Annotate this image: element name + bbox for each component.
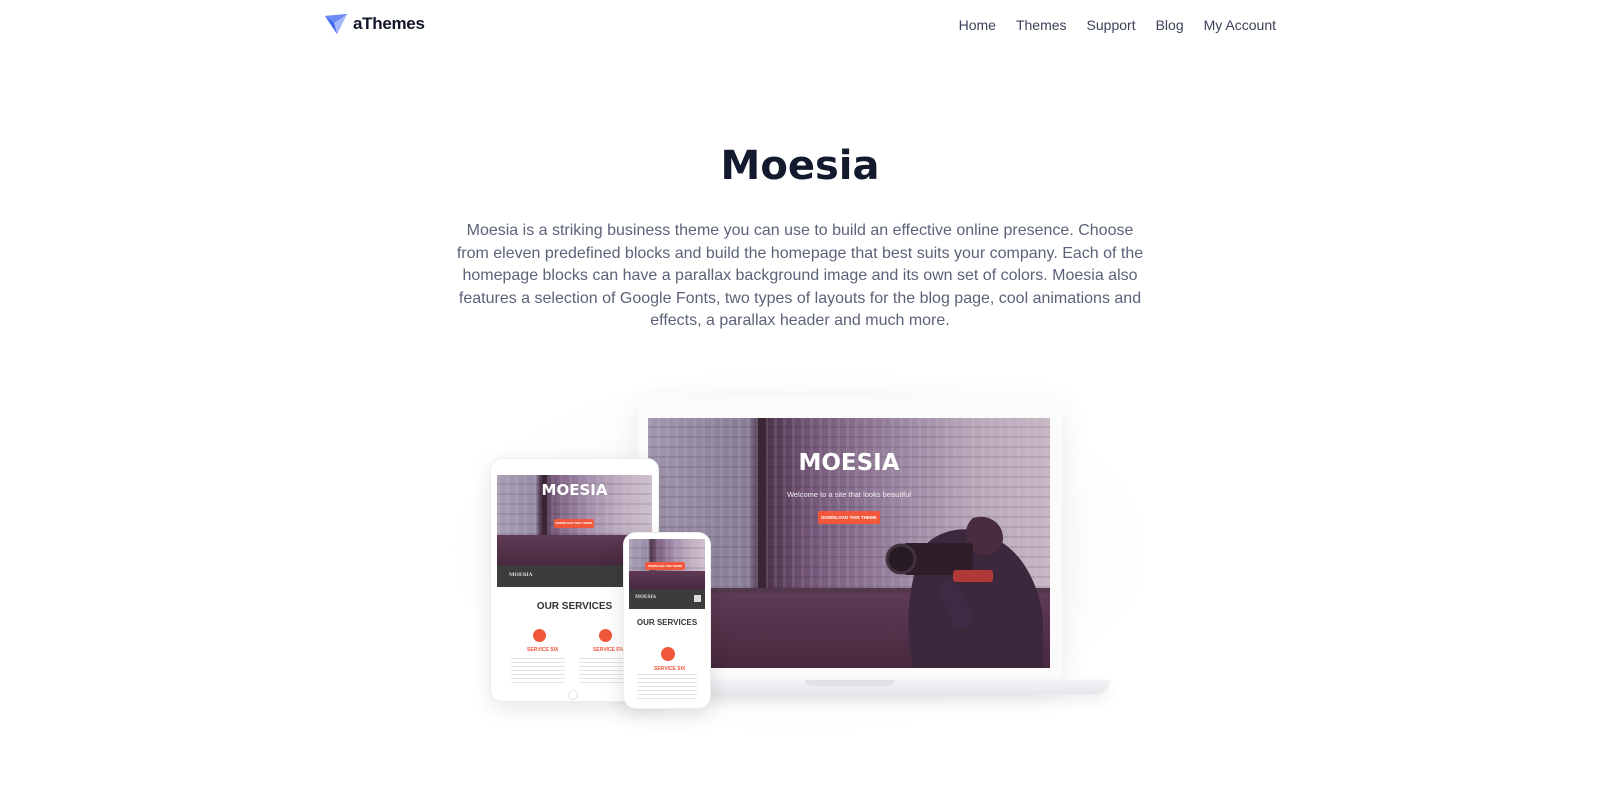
logo[interactable]: aThemes	[325, 14, 425, 34]
page-title: Moesia	[720, 143, 880, 189]
nav-blog[interactable]: Blog	[1156, 17, 1184, 33]
laptop-tagline: Welcome to a site that looks beautiful	[786, 490, 912, 499]
text-lines	[511, 655, 565, 683]
nav-my-account[interactable]: My Account	[1204, 17, 1276, 33]
device-mockup: MOESIA Welcome to a site that looks beau…	[440, 360, 1160, 740]
tablet-nav-brand: MOESIA	[509, 572, 533, 578]
phone-navbar: MOESIA	[629, 589, 705, 609]
nav-themes[interactable]: Themes	[1016, 17, 1067, 33]
service-icon	[533, 629, 546, 642]
text-lines	[637, 673, 697, 699]
tablet-site-title: MOESIA	[541, 481, 608, 499]
site-header: aThemes Home Themes Support Blog My Acco…	[0, 0, 1600, 52]
laptop-download-button: DOWNLOAD THIS THEME	[818, 511, 880, 524]
logo-text: aThemes	[353, 14, 425, 33]
service-icon	[661, 647, 675, 661]
laptop-site-title: MOESIA	[798, 450, 900, 476]
menu-icon	[694, 595, 701, 602]
phone-service: SERVICE SIX	[654, 666, 686, 672]
laptop-notch	[805, 680, 895, 686]
megaphone-icon	[599, 629, 612, 642]
phone-hero-photo: DOWNLOAD THIS THEME	[629, 539, 705, 589]
phone-nav-brand: MOESIA	[635, 595, 657, 600]
nav-home[interactable]: Home	[959, 17, 996, 33]
phone-services-heading: OUR SERVICES	[636, 618, 698, 627]
phone-screen: DOWNLOAD THIS THEME MOESIA OUR SERVICES …	[629, 539, 705, 701]
phone-device: DOWNLOAD THIS THEME MOESIA OUR SERVICES …	[623, 532, 711, 709]
tablet-download-button: DOWNLOAD THIS THEME	[554, 519, 594, 528]
theme-description: Moesia is a striking business theme you …	[456, 222, 1144, 329]
phone-download-button: DOWNLOAD THIS THEME	[645, 562, 685, 570]
paper-plane-icon	[325, 14, 347, 34]
home-button-icon	[568, 690, 578, 700]
tablet-service-left: SERVICE SIX	[527, 647, 559, 653]
main-nav: Home Themes Support Blog My Account	[959, 17, 1276, 33]
nav-support[interactable]: Support	[1087, 17, 1136, 33]
